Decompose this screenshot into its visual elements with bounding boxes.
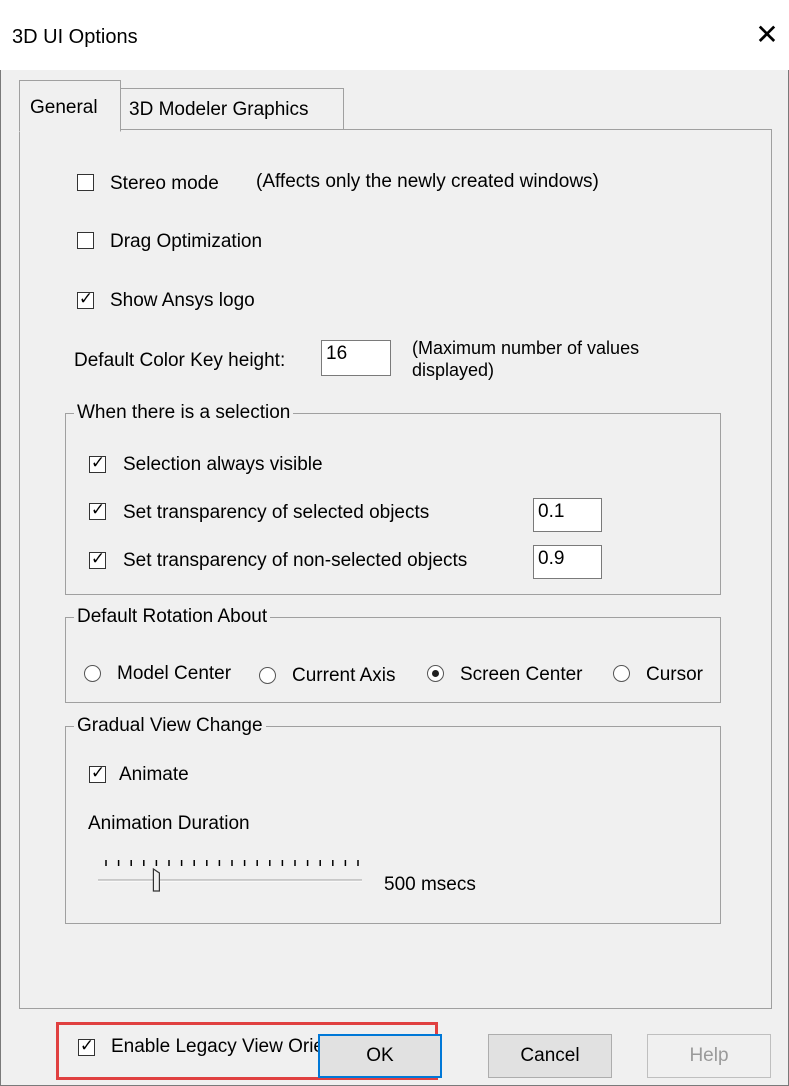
selection-always-visible-checkbox[interactable]: ✓ xyxy=(89,453,106,473)
transparency-selected-input[interactable]: 0.1 xyxy=(533,498,602,532)
radio-cursor[interactable] xyxy=(613,665,630,682)
transparency-nonselected-checkbox[interactable]: ✓ xyxy=(89,549,106,569)
close-icon[interactable]: ✕ xyxy=(752,20,782,50)
stereo-mode-checkbox[interactable] xyxy=(77,174,94,191)
checkmark-icon: ✓ xyxy=(79,1036,95,1056)
slider-thumb[interactable] xyxy=(152,867,160,892)
title-bar: 3D UI Options ✕ xyxy=(0,0,789,70)
slider-value-label: 500 msecs xyxy=(384,874,476,895)
checkmark-icon: ✓ xyxy=(90,500,106,520)
radio-model-center-label: Model Center xyxy=(117,663,232,684)
transparency-selected-checkbox[interactable]: ✓ xyxy=(89,500,106,520)
checkmark-icon: ✓ xyxy=(78,289,94,309)
animation-duration-slider[interactable] xyxy=(96,855,366,895)
drag-optimization-label: Drag Optimization xyxy=(110,231,263,252)
animation-duration-label: Animation Duration xyxy=(88,813,250,834)
radio-screen-center[interactable] xyxy=(427,665,444,682)
stereo-mode-note: (Affects only the newly created windows) xyxy=(256,171,599,192)
radio-model-center[interactable] xyxy=(84,665,101,682)
cancel-button[interactable]: Cancel xyxy=(488,1034,612,1078)
checkmark-icon: ✓ xyxy=(90,763,106,783)
transparency-nonselected-label: Set transparency of non-selected objects xyxy=(123,550,468,571)
tab-3d-modeler-graphics-label: 3D Modeler Graphics xyxy=(129,99,309,120)
stereo-mode-label: Stereo mode xyxy=(110,173,219,194)
tab-general[interactable]: General xyxy=(19,80,121,132)
transparency-nonselected-input[interactable]: 0.9 xyxy=(533,545,602,579)
transparency-selected-label: Set transparency of selected objects xyxy=(123,502,430,523)
rotation-group: Default Rotation About xyxy=(65,606,721,703)
color-key-note-line1: (Maximum number of values xyxy=(412,338,640,358)
help-button[interactable]: Help xyxy=(647,1034,771,1078)
animate-checkbox[interactable]: ✓ xyxy=(89,763,106,783)
show-logo-label: Show Ansys logo xyxy=(110,290,255,311)
color-key-note-line2: displayed) xyxy=(412,360,495,380)
color-key-label: Default Color Key height: xyxy=(74,350,286,371)
view-change-group-legend: Gradual View Change xyxy=(74,715,266,737)
slider-thumb-shape[interactable] xyxy=(152,867,160,892)
rotation-group-legend: Default Rotation About xyxy=(74,606,271,628)
color-key-height-input[interactable]: 16 xyxy=(321,340,391,376)
radio-current-axis[interactable] xyxy=(259,667,276,684)
selection-always-visible-label: Selection always visible xyxy=(123,454,323,475)
radio-selected-dot xyxy=(432,670,439,677)
animate-label: Animate xyxy=(119,764,189,785)
selection-group-legend: When there is a selection xyxy=(74,402,294,424)
dialog-title: 3D UI Options xyxy=(12,26,138,48)
drag-optimization-checkbox[interactable] xyxy=(77,232,94,249)
show-logo-checkbox[interactable]: ✓ xyxy=(77,289,94,309)
tab-3d-modeler-graphics[interactable]: 3D Modeler Graphics xyxy=(120,88,344,130)
radio-cursor-label: Cursor xyxy=(646,664,704,685)
radio-current-axis-label: Current Axis xyxy=(292,665,396,686)
ok-button[interactable]: OK xyxy=(318,1034,442,1078)
tab-general-label: General xyxy=(30,97,98,118)
radio-screen-center-label: Screen Center xyxy=(460,664,583,685)
checkmark-icon: ✓ xyxy=(90,549,106,569)
checkmark-icon: ✓ xyxy=(90,453,106,473)
legacy-view-orientation-checkbox[interactable]: ✓ xyxy=(78,1036,95,1056)
slider-ticks xyxy=(105,860,359,866)
